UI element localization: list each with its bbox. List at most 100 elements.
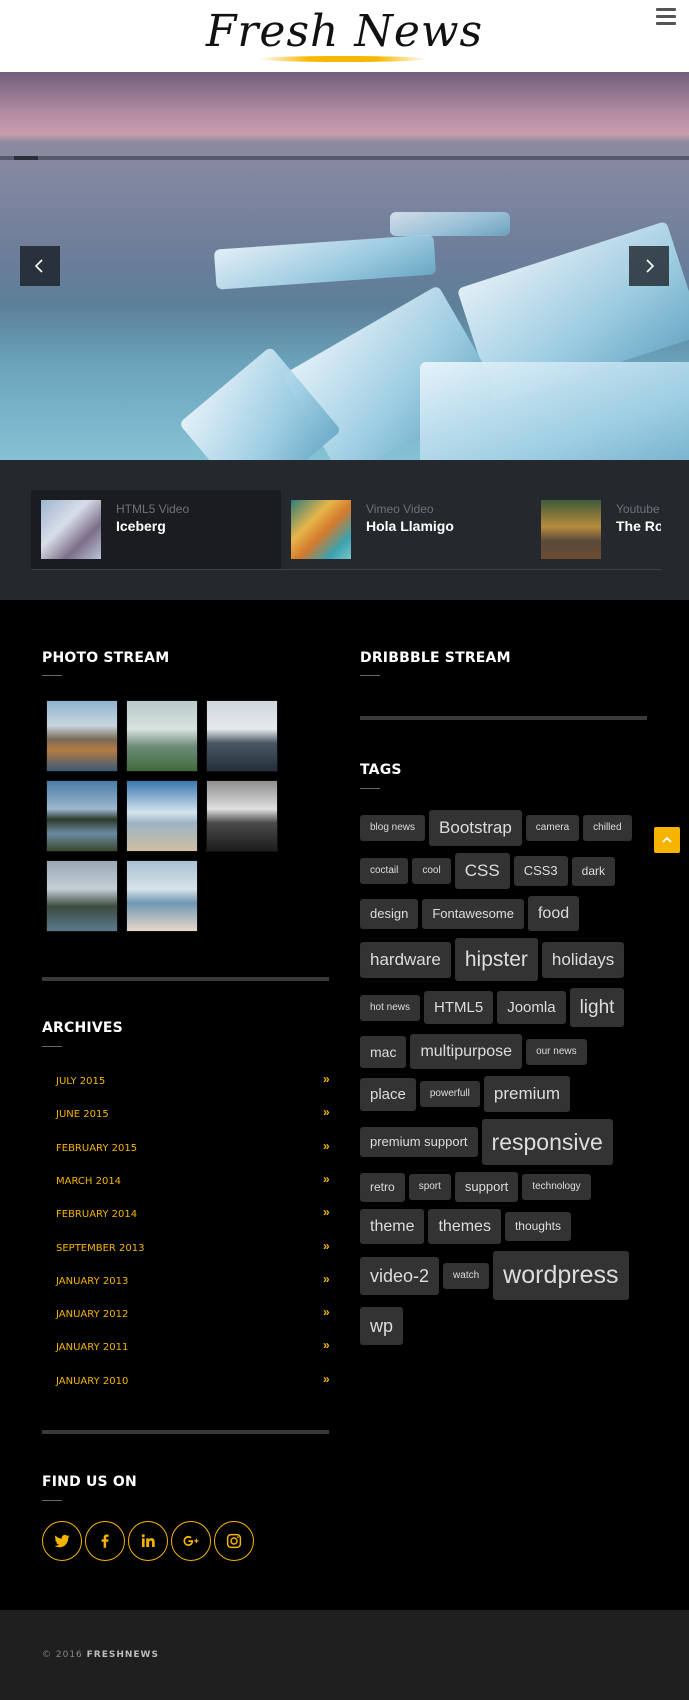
instagram-button[interactable] — [214, 1521, 254, 1561]
photo-thumbnail[interactable] — [206, 700, 278, 772]
tag-link[interactable]: Bootstrap — [429, 810, 522, 846]
photo-thumbnail[interactable] — [46, 780, 118, 852]
tag-link[interactable]: premium support — [360, 1127, 478, 1157]
double-chevron-right-icon: » — [323, 1138, 330, 1153]
tag-link[interactable]: technology — [522, 1174, 591, 1200]
archive-link[interactable]: MARCH 2014 — [56, 1176, 121, 1187]
find-us-heading: FIND US ON — [42, 1474, 137, 1490]
tag-link[interactable]: mac — [360, 1035, 407, 1068]
tag-link[interactable]: holidays — [541, 941, 625, 978]
tag-link[interactable]: blog news — [360, 815, 426, 841]
photo-thumbnail[interactable] — [46, 860, 118, 932]
tag-link[interactable]: wordpress — [493, 1251, 629, 1300]
tag-link[interactable]: light — [569, 988, 625, 1027]
double-chevron-right-icon: » — [323, 1338, 330, 1353]
chevron-left-icon — [34, 259, 43, 273]
tag-link[interactable]: responsive — [481, 1119, 613, 1165]
google-plus-icon — [183, 1535, 199, 1546]
tag-link[interactable]: HTML5 — [424, 991, 494, 1024]
video-type: Vimeo Video — [366, 502, 434, 516]
tag-link[interactable]: camera — [525, 815, 580, 841]
archive-link[interactable]: FEBRUARY 2015 — [56, 1143, 137, 1154]
dribbble-stream-heading: DRIBBBLE STREAM — [360, 650, 511, 666]
google-plus-button[interactable] — [171, 1521, 211, 1561]
video-title: Hola Llamigo — [366, 518, 454, 534]
heading-underline — [42, 675, 62, 676]
double-chevron-right-icon: » — [323, 1271, 330, 1286]
video-thumbnail — [541, 500, 601, 559]
facebook-button[interactable] — [85, 1521, 125, 1561]
video-item[interactable]: Youtube The Ro Vietnar — [531, 490, 661, 569]
video-title: The Ro Vietnar — [616, 518, 661, 534]
archive-link[interactable]: JULY 2015 — [56, 1076, 105, 1087]
tag-link[interactable]: support — [454, 1172, 519, 1202]
slider-prev-button[interactable] — [20, 246, 60, 286]
tag-link[interactable]: dark — [571, 856, 615, 886]
tag-cloud: blog news Bootstrap camera chilled coctail co… — [360, 810, 650, 1352]
tag-link[interactable]: hot news — [360, 994, 421, 1021]
tag-link[interactable]: video-2 — [360, 1256, 440, 1295]
tag-link[interactable]: hipster — [454, 938, 538, 981]
tag-link[interactable]: hardware — [360, 941, 451, 978]
video-carousel: HTML5 Video Iceberg Vimeo Video Hola Lla… — [31, 490, 661, 570]
archive-link[interactable]: FEBRUARY 2014 — [56, 1209, 137, 1220]
archive-link[interactable]: SEPTEMBER 2013 — [56, 1243, 145, 1254]
tag-link[interactable]: our news — [526, 1038, 587, 1065]
tag-link[interactable]: watch — [443, 1262, 490, 1289]
site-logo[interactable]: Fresh News — [0, 6, 689, 57]
tag-link[interactable]: CSS — [454, 853, 510, 889]
footer-brand[interactable]: FRESHNEWS — [87, 1650, 159, 1660]
video-item[interactable]: Vimeo Video Hola Llamigo — [281, 490, 531, 569]
twitter-button[interactable] — [42, 1521, 82, 1561]
hamburger-menu-icon[interactable] — [656, 8, 676, 26]
chevron-right-icon — [646, 259, 655, 273]
archive-link[interactable]: JANUARY 2013 — [56, 1276, 128, 1287]
archive-link[interactable]: JANUARY 2012 — [56, 1309, 128, 1320]
tag-link[interactable]: theme — [360, 1209, 425, 1244]
copyright-year: © 2016 — [42, 1650, 83, 1660]
archive-link[interactable]: JANUARY 2011 — [56, 1342, 128, 1353]
tag-link[interactable]: CSS3 — [513, 856, 568, 886]
ice-block — [420, 362, 689, 460]
tag-link[interactable]: powerfull — [419, 1081, 480, 1107]
section-divider — [42, 977, 329, 981]
video-item[interactable]: HTML5 Video Iceberg — [31, 490, 281, 569]
site-header: Fresh News — [0, 0, 689, 72]
instagram-icon — [226, 1533, 242, 1549]
tag-link[interactable]: chilled — [583, 815, 632, 841]
double-chevron-right-icon: » — [323, 1305, 330, 1320]
horizon — [0, 156, 689, 160]
photo-thumbnail[interactable] — [46, 700, 118, 772]
tag-link[interactable]: themes — [428, 1209, 501, 1244]
video-type: Youtube — [616, 502, 660, 516]
tag-link[interactable]: coctail — [360, 858, 409, 884]
tag-link[interactable]: Fontawesome — [422, 898, 524, 929]
tag-link[interactable]: sport — [408, 1174, 451, 1200]
chevron-up-icon — [662, 836, 672, 843]
tag-link[interactable]: cool — [412, 858, 451, 884]
photo-thumbnail[interactable] — [126, 780, 198, 852]
photo-thumbnail[interactable] — [206, 780, 278, 852]
tag-link[interactable]: Joomla — [497, 991, 566, 1024]
tag-link[interactable]: wp — [360, 1307, 404, 1345]
tag-link[interactable]: thoughts — [504, 1212, 571, 1241]
video-thumbnail — [291, 500, 351, 559]
tag-link[interactable]: design — [360, 898, 419, 929]
video-strip: HTML5 Video Iceberg Vimeo Video Hola Lla… — [0, 460, 689, 600]
section-divider — [360, 716, 647, 720]
linkedin-button[interactable] — [128, 1521, 168, 1561]
archive-link[interactable]: JANUARY 2010 — [56, 1376, 128, 1387]
tag-link[interactable]: retro — [360, 1172, 405, 1202]
slider-next-button[interactable] — [629, 246, 669, 286]
tag-link[interactable]: multipurpose — [410, 1034, 523, 1069]
archive-link[interactable]: JUNE 2015 — [56, 1109, 109, 1120]
photo-thumbnail[interactable] — [126, 700, 198, 772]
copyright: © 2016 FRESHNEWS — [42, 1650, 159, 1660]
back-to-top-button[interactable] — [654, 827, 680, 853]
tag-link[interactable]: premium — [483, 1076, 571, 1112]
photo-thumbnail[interactable] — [126, 860, 198, 932]
double-chevron-right-icon: » — [323, 1072, 330, 1086]
tag-link[interactable]: food — [527, 896, 580, 931]
ice-block — [390, 212, 510, 236]
tag-link[interactable]: place — [360, 1077, 416, 1111]
